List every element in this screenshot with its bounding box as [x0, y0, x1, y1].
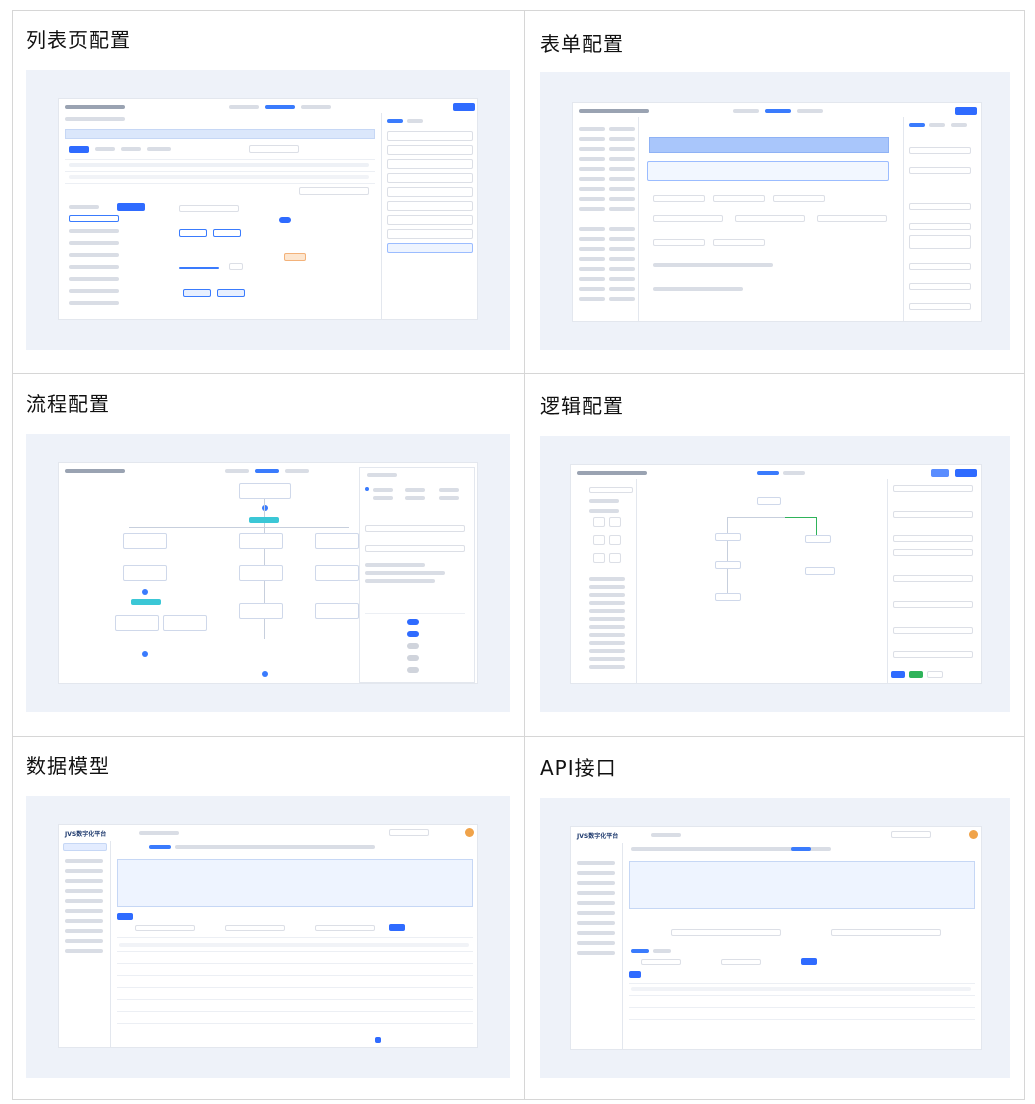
logic-window: [570, 464, 982, 684]
jvs-logo: JVS数字化平台: [65, 831, 107, 838]
screenshot-api: JVS数字化平台: [540, 798, 1010, 1078]
avatar[interactable]: [465, 828, 474, 837]
list-page-window: [58, 98, 478, 320]
publish-button[interactable]: [955, 107, 977, 115]
avatar[interactable]: [969, 830, 978, 839]
screenshot-flow: [26, 434, 510, 712]
grid-divider-row-1: [12, 373, 1025, 374]
new-button[interactable]: [69, 146, 89, 153]
screenshot-data-model: JVS数字化平台: [26, 796, 510, 1078]
cell-title-data-model: 数据模型: [26, 754, 110, 778]
screenshot-logic: [540, 436, 1010, 712]
grid-divider-vertical: [524, 10, 525, 1100]
cell-title-logic: 逻辑配置: [540, 394, 624, 418]
publish-button[interactable]: [955, 469, 977, 477]
screenshot-list-page: [26, 70, 510, 350]
cell-title-list-page: 列表页配置: [26, 28, 131, 52]
publish-button[interactable]: [453, 103, 475, 111]
new-button[interactable]: [117, 913, 133, 920]
cell-title-form: 表单配置: [540, 32, 624, 56]
form-window: [572, 102, 982, 322]
api-window: JVS数字化平台: [570, 826, 982, 1050]
flow-window: [58, 462, 478, 684]
screenshot-form: [540, 72, 1010, 350]
cell-title-api: API接口: [540, 756, 617, 780]
cell-title-flow: 流程配置: [26, 392, 110, 416]
data-model-window: JVS数字化平台: [58, 824, 478, 1048]
jvs-logo: JVS数字化平台: [577, 833, 619, 840]
grid-divider-row-2: [12, 736, 1025, 737]
